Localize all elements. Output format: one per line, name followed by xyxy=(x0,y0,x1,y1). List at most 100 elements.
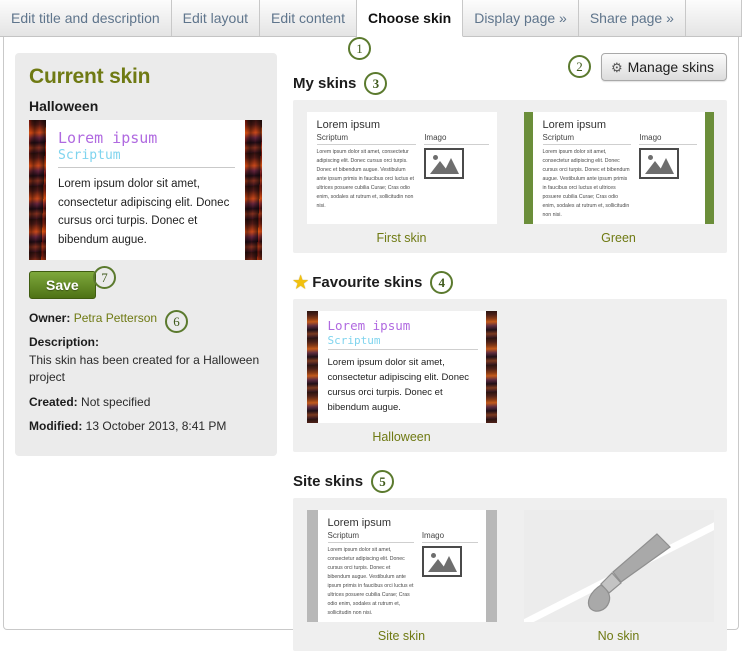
current-skin-title: Current skin xyxy=(29,65,151,88)
preview-heading: Lorem ipsum xyxy=(58,129,158,147)
thumb-subheading: Scriptum xyxy=(316,133,417,145)
skin-thumbnail[interactable]: Lorem ipsum Scriptum Lorem ipsum dolor s… xyxy=(523,112,714,224)
thumb-image-label: Imago xyxy=(639,133,697,145)
thumb-body: Lorem ipsum Scriptum Lorem ipsum dolor s… xyxy=(318,510,486,622)
annotation-marker-6: 6 xyxy=(165,310,188,333)
current-skin-name: Halloween xyxy=(29,98,99,114)
skin-metadata: Owner: Petra Petterson Description: This… xyxy=(29,310,263,435)
annotation-marker-4: 4 xyxy=(430,270,454,294)
skin-label[interactable]: Site skin xyxy=(378,629,425,643)
thumb-columns: Scriptum Lorem ipsum dolor sit amet, con… xyxy=(542,133,697,220)
tab-label: Share page » xyxy=(589,10,674,26)
favourite-skins-heading: ★ Favourite skins 4 xyxy=(293,270,727,294)
save-button[interactable]: Save xyxy=(29,271,96,299)
current-skin-preview: Lorem ipsum Scriptum Lorem ipsum dolor s… xyxy=(29,120,262,260)
meta-created-label: Created: xyxy=(29,394,78,409)
image-sun-dot xyxy=(648,155,654,160)
thumb-image-column: Imago xyxy=(424,133,489,211)
editor-tab-bar: Edit title and description Edit layout E… xyxy=(0,0,742,37)
meta-created-value: Not specified xyxy=(81,394,151,409)
skin-item-green[interactable]: Lorem ipsum Scriptum Lorem ipsum dolor s… xyxy=(510,112,727,245)
preview-body-text: Lorem ipsum dolor sit amet, consectetur … xyxy=(58,178,230,246)
image-sun-dot xyxy=(430,553,436,558)
image-mountain-large xyxy=(440,556,457,572)
thumb-columns: Scriptum Lorem ipsum dolor sit amet, con… xyxy=(327,531,478,618)
thumb-text-column: Scriptum Lorem ipsum dolor sit amet, con… xyxy=(542,133,632,220)
thumb-body-text: Lorem ipsum dolor sit amet, consectetur … xyxy=(316,149,414,209)
thumb-image-column: Imago xyxy=(421,531,478,618)
meta-modified-label: Modified: xyxy=(29,418,83,433)
thumb-side-right xyxy=(485,510,497,622)
star-icon: ★ xyxy=(293,272,309,292)
image-placeholder-icon xyxy=(424,148,465,179)
no-skin-thumbnail[interactable] xyxy=(523,510,714,622)
meta-description: Description: This skin has been created … xyxy=(29,334,263,386)
skin-label[interactable]: Halloween xyxy=(372,430,430,444)
skin-label[interactable]: No skin xyxy=(598,629,640,643)
skin-item-site-skin[interactable]: Lorem ipsum Scriptum Lorem ipsum dolor s… xyxy=(293,510,510,643)
image-placeholder-icon xyxy=(421,546,462,577)
thumb-heading: Lorem ipsum xyxy=(542,119,607,131)
tab-share-page[interactable]: Share page » xyxy=(578,0,686,36)
annotation-marker-3: 3 xyxy=(364,71,388,95)
skin-label[interactable]: First skin xyxy=(377,231,427,245)
image-placeholder-icon xyxy=(639,148,680,179)
my-skins-heading: My skins 3 xyxy=(293,71,727,95)
skin-thumbnail[interactable]: Lorem ipsum Scriptum Lorem ipsum dolor s… xyxy=(306,510,497,622)
thumb-subheading: Scriptum xyxy=(327,531,414,543)
section-my-skins: My skins 3 Lorem ipsum Scriptum Lorem ip… xyxy=(293,71,727,253)
current-skin-panel: Current skin Halloween Lorem ipsum Scrip… xyxy=(15,53,277,457)
thumb-body-text: Lorem ipsum dolor sit amet, consectetur … xyxy=(327,547,414,616)
halloween-texture-left xyxy=(306,311,318,423)
tab-display-page[interactable]: Display page » xyxy=(463,0,579,36)
site-skins-panel: Lorem ipsum Scriptum Lorem ipsum dolor s… xyxy=(293,498,727,651)
tab-bar-filler xyxy=(685,0,742,36)
halloween-texture-right xyxy=(245,120,262,260)
skin-label[interactable]: Green xyxy=(601,231,636,245)
tab-edit-content[interactable]: Edit content xyxy=(260,0,357,36)
thumb-body: Lorem ipsum Scriptum Lorem ipsum dolor s… xyxy=(533,112,705,224)
image-mountain-large xyxy=(443,158,460,174)
halloween-texture-left xyxy=(29,120,46,260)
thumb-side-left xyxy=(306,510,318,622)
section-site-skins: Site skins 5 Lorem ipsum Scriptum Lorem … xyxy=(293,469,727,651)
image-sun-dot xyxy=(433,155,439,160)
thumb-text-column: Scriptum Lorem ipsum dolor sit amet, con… xyxy=(316,133,417,211)
tab-label: Edit content xyxy=(271,10,345,26)
preview-subheading: Scriptum xyxy=(58,148,235,168)
skin-item-no-skin[interactable]: No skin xyxy=(510,510,727,643)
thumb-body: Lorem ipsum Scriptum Lorem ipsum dolor s… xyxy=(307,112,497,224)
skin-item-halloween[interactable]: Lorem ipsum Scriptum Lorem ipsum dolor s… xyxy=(293,311,510,444)
tab-choose-skin[interactable]: Choose skin xyxy=(356,0,464,37)
thumb-heading: Lorem ipsum xyxy=(316,119,381,131)
annotation-marker-7: 7 xyxy=(93,266,116,289)
skin-thumbnail[interactable]: Lorem ipsum Scriptum Lorem ipsum dolor s… xyxy=(306,311,497,423)
thumb-image-label: Imago xyxy=(424,133,489,145)
meta-modified: Modified: 13 October 2013, 8:41 PM xyxy=(29,418,263,435)
thumb-subheading: Scriptum xyxy=(327,334,478,350)
thumb-side-left xyxy=(523,112,533,224)
my-skins-title: My skins xyxy=(293,74,357,92)
tab-edit-title-and-description[interactable]: Edit title and description xyxy=(0,0,172,36)
meta-owner-value[interactable]: Petra Petterson xyxy=(74,311,157,325)
thumb-side-right xyxy=(704,112,714,224)
tab-label: Choose skin xyxy=(367,10,452,26)
thumb-body-text: Lorem ipsum dolor sit amet, consectetur … xyxy=(542,149,630,218)
thumb-subheading: Scriptum xyxy=(542,133,632,145)
image-mountain-large xyxy=(658,158,675,174)
skin-item-first-skin[interactable]: Lorem ipsum Scriptum Lorem ipsum dolor s… xyxy=(293,112,510,245)
thumb-text-column: Scriptum Lorem ipsum dolor sit amet, con… xyxy=(327,531,414,618)
meta-modified-value: 13 October 2013, 8:41 PM xyxy=(85,418,227,433)
site-skins-title: Site skins xyxy=(293,472,364,490)
tab-edit-layout[interactable]: Edit layout xyxy=(171,0,261,36)
favourite-empty-cell xyxy=(510,311,727,444)
my-skins-panel: Lorem ipsum Scriptum Lorem ipsum dolor s… xyxy=(293,100,727,253)
skin-thumbnail[interactable]: Lorem ipsum Scriptum Lorem ipsum dolor s… xyxy=(306,112,497,224)
meta-owner-label: Owner: xyxy=(29,311,71,325)
thumb-heading: Lorem ipsum xyxy=(327,318,411,333)
thumb-body: Lorem ipsum Scriptum Lorem ipsum dolor s… xyxy=(318,311,486,423)
annotation-marker-5: 5 xyxy=(371,469,395,493)
favourite-skins-title: Favourite skins xyxy=(312,273,423,291)
section-favourite-skins: ★ Favourite skins 4 Lorem ipsum Scriptum… xyxy=(293,270,727,452)
thumb-image-label: Imago xyxy=(421,531,478,543)
